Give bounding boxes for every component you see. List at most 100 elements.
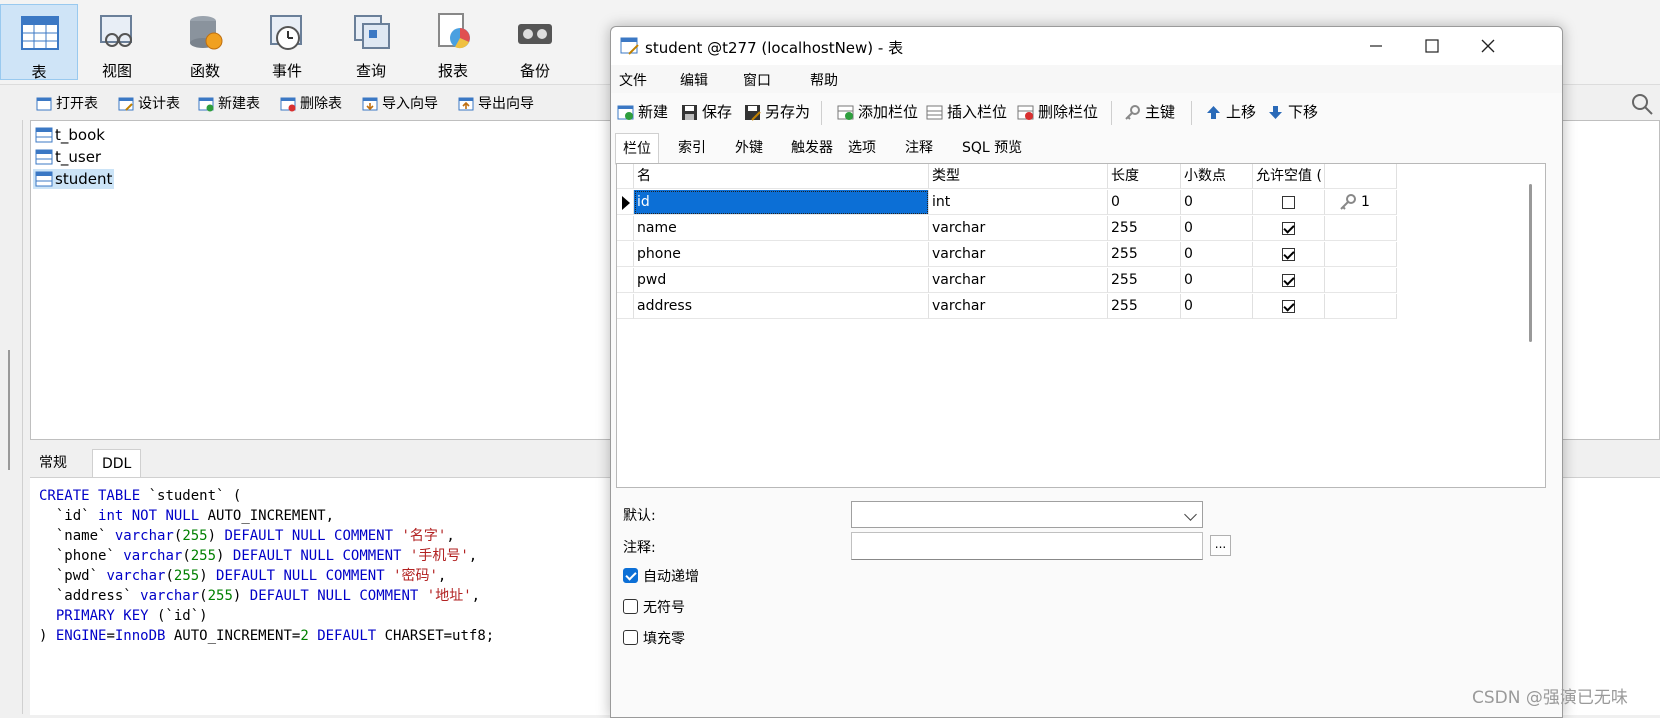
delete-field-button[interactable]: 删除栏位 [1017, 101, 1098, 123]
field-nullable-cell[interactable] [1253, 294, 1325, 319]
field-name-cell[interactable]: name [634, 216, 929, 241]
import-wizard-button[interactable]: 导入向导 [362, 92, 438, 116]
field-nullable-cell[interactable] [1253, 216, 1325, 241]
close-icon[interactable] [1466, 31, 1510, 61]
view-button[interactable]: 视图 [78, 4, 156, 80]
field-length-cell[interactable]: 0 [1108, 190, 1181, 215]
field-decimals-cell[interactable]: 0 [1181, 294, 1253, 319]
info-tabs: 常规 DDL [30, 449, 590, 478]
tab-sql-preview[interactable]: SQL 预览 [955, 133, 1029, 163]
field-nullable-cell[interactable] [1253, 268, 1325, 293]
move-down-button[interactable]: 下移 [1267, 101, 1318, 123]
event-button[interactable]: 事件 [248, 4, 326, 80]
tab-triggers[interactable]: 触发器 [784, 133, 840, 163]
tab-fields[interactable]: 栏位 [615, 133, 659, 165]
backup-button[interactable]: 备份 [496, 4, 574, 80]
field-type-cell[interactable]: int [929, 190, 1108, 215]
left-splitter[interactable] [0, 120, 23, 714]
function-icon [190, 16, 223, 50]
view-icon [100, 15, 132, 47]
report-button[interactable]: 报表 [414, 4, 492, 80]
field-length-cell[interactable]: 255 [1108, 216, 1181, 241]
maximize-icon[interactable] [1410, 31, 1454, 61]
new-table-button[interactable]: 新建表 [198, 92, 260, 116]
nullable-checkbox[interactable] [1282, 196, 1295, 209]
tab-foreign-keys[interactable]: 外键 [728, 133, 770, 163]
table-button[interactable]: 表 [0, 4, 78, 81]
unsigned-label: 无符号 [643, 600, 685, 616]
open-table-button[interactable]: 打开表 [36, 92, 98, 116]
menu-help[interactable]: 帮助 [810, 70, 838, 90]
field-decimals-cell[interactable]: 0 [1181, 190, 1253, 215]
field-type-cell[interactable]: varchar [929, 268, 1108, 293]
add-field-button[interactable]: 添加栏位 [837, 101, 918, 123]
field-length-cell[interactable]: 255 [1108, 242, 1181, 267]
nullable-checkbox[interactable] [1282, 248, 1295, 261]
design-table-button[interactable]: 设计表 [118, 92, 180, 116]
insert-field-button[interactable]: 插入栏位 [926, 101, 1007, 123]
tree-item-t-book[interactable]: t_book [33, 125, 107, 145]
zerofill-checkbox[interactable] [623, 630, 638, 645]
field-decimals-cell[interactable]: 0 [1181, 216, 1253, 241]
event-button-label: 事件 [271, 62, 302, 80]
tab-comment[interactable]: 注释 [898, 133, 940, 163]
query-button[interactable]: 查询 [332, 4, 410, 80]
query-icon [354, 15, 390, 49]
backup-icon [518, 24, 552, 44]
open-table-icon [36, 97, 52, 111]
save-button[interactable]: 保存 [681, 101, 732, 123]
field-nullable-cell[interactable] [1253, 242, 1325, 267]
menu-file[interactable]: 文件 [619, 70, 647, 90]
field-name-cell[interactable]: id [634, 190, 929, 215]
watermark: CSDN @强演已无味 [1472, 688, 1628, 708]
nullable-checkbox[interactable] [1282, 222, 1295, 235]
scrollbar-thumb[interactable] [1529, 184, 1532, 342]
tree-item-student[interactable]: student [33, 169, 115, 189]
save-label: 保存 [702, 103, 733, 121]
tab-indexes[interactable]: 索引 [671, 133, 713, 163]
nullable-checkbox[interactable] [1282, 300, 1295, 313]
tab-options[interactable]: 选项 [841, 133, 883, 163]
tab-general[interactable]: 常规 [30, 449, 76, 477]
column-header-type[interactable]: 类型 [929, 164, 1108, 189]
save-as-button[interactable]: 另存为 [744, 101, 810, 123]
field-type-cell[interactable]: varchar [929, 216, 1108, 241]
new-button[interactable]: 新建 [617, 101, 668, 123]
field-length-cell[interactable]: 255 [1108, 268, 1181, 293]
column-header-nullable[interactable]: 允许空值 ( [1253, 164, 1325, 189]
column-header-decimals[interactable]: 小数点 [1181, 164, 1253, 189]
default-select[interactable] [851, 501, 1203, 528]
table-icon [35, 127, 53, 143]
search-icon[interactable] [1630, 92, 1654, 116]
field-decimals-cell[interactable]: 0 [1181, 268, 1253, 293]
minimize-icon[interactable] [1354, 31, 1398, 61]
comment-input[interactable] [851, 532, 1203, 560]
tree-item-t-user[interactable]: t_user [33, 147, 103, 167]
export-wizard-button[interactable]: 导出向导 [458, 92, 534, 116]
delete-table-button[interactable]: 删除表 [280, 92, 342, 116]
primary-key-button[interactable]: 主键 [1124, 101, 1175, 123]
tab-ddl[interactable]: DDL [92, 449, 142, 478]
grid-vertical-scrollbar[interactable] [1523, 164, 1539, 487]
delete-field-label: 删除栏位 [1038, 103, 1099, 121]
column-header-length[interactable]: 长度 [1108, 164, 1181, 189]
field-type-cell[interactable]: varchar [929, 294, 1108, 319]
field-name-cell[interactable]: phone [634, 242, 929, 267]
field-name-cell[interactable]: pwd [634, 268, 929, 293]
menu-window[interactable]: 窗口 [743, 70, 771, 90]
nullable-checkbox[interactable] [1282, 274, 1295, 287]
field-name-cell[interactable]: address [634, 294, 929, 319]
row-indicator-header [617, 164, 634, 189]
ellipsis-button[interactable]: ... [1210, 535, 1231, 556]
field-decimals-cell[interactable]: 0 [1181, 242, 1253, 267]
window-titlebar[interactable]: student @t277 (localhostNew) - 表 [611, 27, 1562, 65]
menu-edit[interactable]: 编辑 [680, 70, 708, 90]
column-header-name[interactable]: 名 [634, 164, 929, 189]
field-type-cell[interactable]: varchar [929, 242, 1108, 267]
auto-increment-checkbox[interactable] [623, 568, 638, 583]
field-nullable-cell[interactable] [1253, 190, 1325, 215]
unsigned-checkbox[interactable] [623, 599, 638, 614]
move-up-button[interactable]: 上移 [1205, 101, 1256, 123]
function-button[interactable]: 函数 [166, 4, 244, 80]
field-length-cell[interactable]: 255 [1108, 294, 1181, 319]
